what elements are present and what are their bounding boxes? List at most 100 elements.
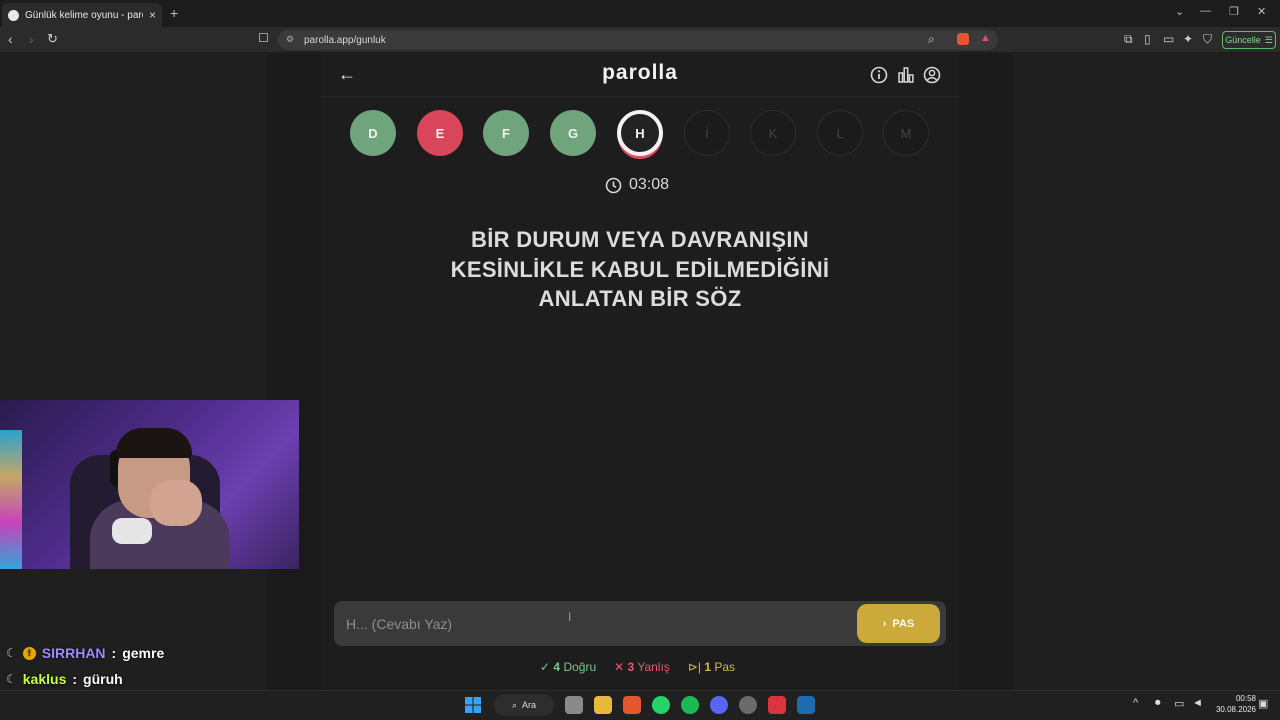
chat-message: ☾ kaklus: güruh [6,671,123,687]
file-explorer-icon[interactable] [594,696,612,714]
update-label: Güncelle [1225,35,1261,45]
clock-date: 30.08.2026 [1215,705,1256,714]
pass-button[interactable]: › PAS [857,604,940,643]
correct-label: Doğru [563,660,597,674]
letter-circle-wrong: E [417,110,463,156]
extensions-icon[interactable]: ⧉ [1124,32,1133,47]
task-view-icon[interactable] [565,696,583,714]
chat-badge-icon: ! [22,646,36,660]
volume-icon[interactable]: ◄ [1192,697,1203,709]
letter-circle-pending: K [750,110,796,156]
answer-input[interactable] [346,613,826,635]
score-summary: ✓ 4 Doğru ✕ 3 Yanlış ⊳| 1 Pas [540,660,735,674]
chat-separator: : [72,671,78,687]
new-tab-button[interactable]: + [170,5,178,21]
tab-title: Günlük kelime oyunu - parolla [25,9,143,21]
brave-shields-icon[interactable] [957,33,969,45]
skip-icon: ⊳| [687,660,701,674]
header-divider [321,96,959,97]
brave-rewards-icon[interactable]: ▲ [980,32,991,44]
brave-browser-icon[interactable] [623,696,641,714]
close-tab-icon[interactable]: × [149,8,156,22]
correct-stat: ✓ 4 Doğru [540,660,596,674]
correct-count: 4 [553,660,561,674]
pass-button-label: PAS [892,617,915,630]
system-clock[interactable]: 00:58 30.08.2026 [1206,693,1256,715]
cross-icon: ✕ [614,660,625,674]
sidebar-icon[interactable]: ▯ [1144,32,1151,46]
stats-chart-icon[interactable] [897,66,915,84]
letter-circle-pending: İ [684,110,730,156]
whatsapp-icon[interactable] [652,696,670,714]
moon-icon: ☾ [6,672,17,686]
question-line: BİR DURUM VEYA DAVRANIŞIN [471,227,809,252]
minimize-button[interactable]: — [1200,5,1211,17]
forward-icon[interactable]: › [29,31,34,47]
close-window-button[interactable]: ✕ [1257,5,1266,18]
chat-username: SIRRHAN [41,645,106,661]
discord-icon[interactable] [710,696,728,714]
chat-message: ☾! SIRRHAN: gemre [6,645,164,661]
question-line: KESİNLİKLE KABUL EDİLMEDİĞİNİ [450,256,830,282]
tab-strip [0,0,1280,27]
zoom-icon[interactable]: ⌕ [928,32,935,47]
text-cursor-icon: I [568,610,572,624]
site-favicon-icon [8,9,19,21]
webcam-overlay [0,400,299,569]
timer: 03:08 [605,176,669,194]
taskbar-search-label: Ara [522,700,537,710]
letter-circle-pending: L [817,110,863,156]
wrong-label: Yanlış [637,660,670,674]
maximize-button[interactable]: ❐ [1229,5,1239,18]
back-icon[interactable]: ‹ [8,31,13,47]
site-info-icon[interactable]: ⚙ [286,34,294,45]
network-icon[interactable]: ▭ [1174,697,1184,710]
url-text: parolla.app/gunluk [304,34,386,46]
letter-circle-pending: M [883,110,929,156]
wrong-count: 3 [627,660,635,674]
leo-ai-icon[interactable]: ✦ [1183,32,1193,46]
timer-value: 03:08 [629,176,670,193]
steam-icon[interactable] [797,696,815,714]
chat-text: gemre [122,645,165,661]
address-bar[interactable]: parolla.app/gunluk [278,30,998,50]
check-icon: ✓ [540,660,551,674]
question-text: BİR DURUM VEYA DAVRANIŞIN KESİNLİKLE KAB… [400,225,880,314]
letter-circle-correct: F [483,110,529,156]
update-button[interactable]: Güncelle ☰ [1222,31,1276,49]
chat-separator: : [111,645,117,661]
profile-icon[interactable] [923,66,941,84]
chevron-right-icon: › [882,617,887,630]
back-arrow-icon[interactable]: ← [338,64,356,85]
info-icon[interactable] [870,66,888,84]
question-line: ANLATAN BİR SÖZ [538,286,742,311]
letter-circle-correct: G [550,110,596,156]
reload-icon[interactable]: ↻ [47,31,58,47]
clock-icon [605,177,622,193]
microphone-icon[interactable]: ⏺ [1155,697,1161,710]
moon-icon: ☾ [6,646,17,660]
tray-chevron-icon[interactable]: ^ [1133,697,1138,709]
chat-username: kaklus [22,671,67,687]
spotify-icon[interactable] [681,696,699,714]
wallet-icon[interactable]: ▭ [1163,32,1174,46]
wrong-stat: ✕ 3 Yanlış [614,660,670,674]
windows-start-icon[interactable] [464,696,482,714]
letter-circle-current: H [617,110,663,156]
tab-list-chevron-icon[interactable]: ⌄ [1175,5,1184,18]
chat-text: güruh [83,671,123,687]
app-logo: parolla [602,61,678,84]
obs-icon[interactable] [739,696,757,714]
letter-circle-correct: D [350,110,396,156]
app-icon[interactable] [768,696,786,714]
vpn-shield-icon[interactable]: ⛉ [1203,32,1212,47]
taskbar-search[interactable]: ⌕ Ara [494,694,554,716]
browser-tab[interactable]: Günlük kelime oyunu - parolla × [2,3,162,27]
answer-box [334,601,946,646]
bookmark-icon[interactable]: ☐ [258,31,269,45]
notifications-icon[interactable]: ▣ [1258,697,1268,710]
pass-count: 1 [704,660,712,674]
pass-stat: ⊳| 1 Pas [688,660,735,674]
pass-label: Pas [714,660,736,674]
search-icon: ⌕ [511,699,518,710]
